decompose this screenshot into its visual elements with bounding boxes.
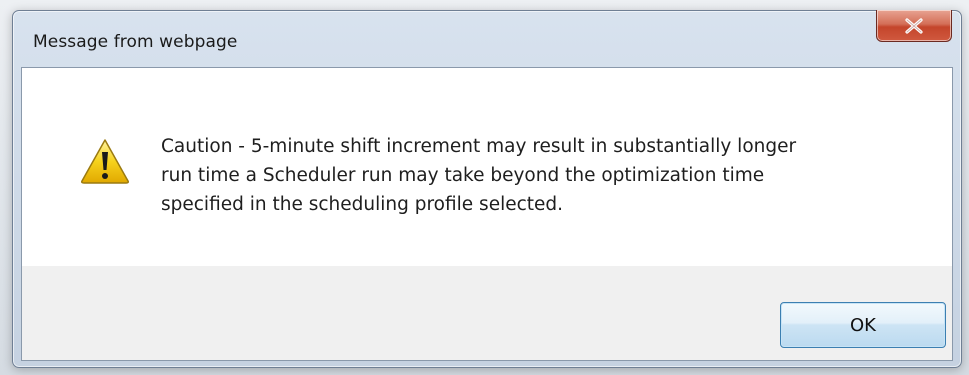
close-button[interactable] bbox=[876, 10, 952, 42]
close-icon bbox=[905, 17, 923, 34]
warning-icon bbox=[81, 139, 129, 184]
dialog-client-area: Caution - 5-minute shift increment may r… bbox=[21, 67, 953, 361]
message-line: Caution - 5-minute shift increment may r… bbox=[161, 136, 797, 157]
message-dialog: Message from webpage Caution - 5-minute … bbox=[12, 10, 962, 368]
message-line: specified in the scheduling profile sele… bbox=[161, 194, 564, 215]
title-bar[interactable]: Message from webpage bbox=[13, 10, 961, 67]
dialog-title: Message from webpage bbox=[33, 32, 238, 52]
message-panel: Caution - 5-minute shift increment may r… bbox=[22, 68, 952, 266]
dialog-message: Caution - 5-minute shift increment may r… bbox=[161, 132, 921, 219]
ok-button[interactable]: OK bbox=[780, 302, 946, 348]
message-line: run time a Scheduler run may take beyond… bbox=[161, 165, 765, 186]
